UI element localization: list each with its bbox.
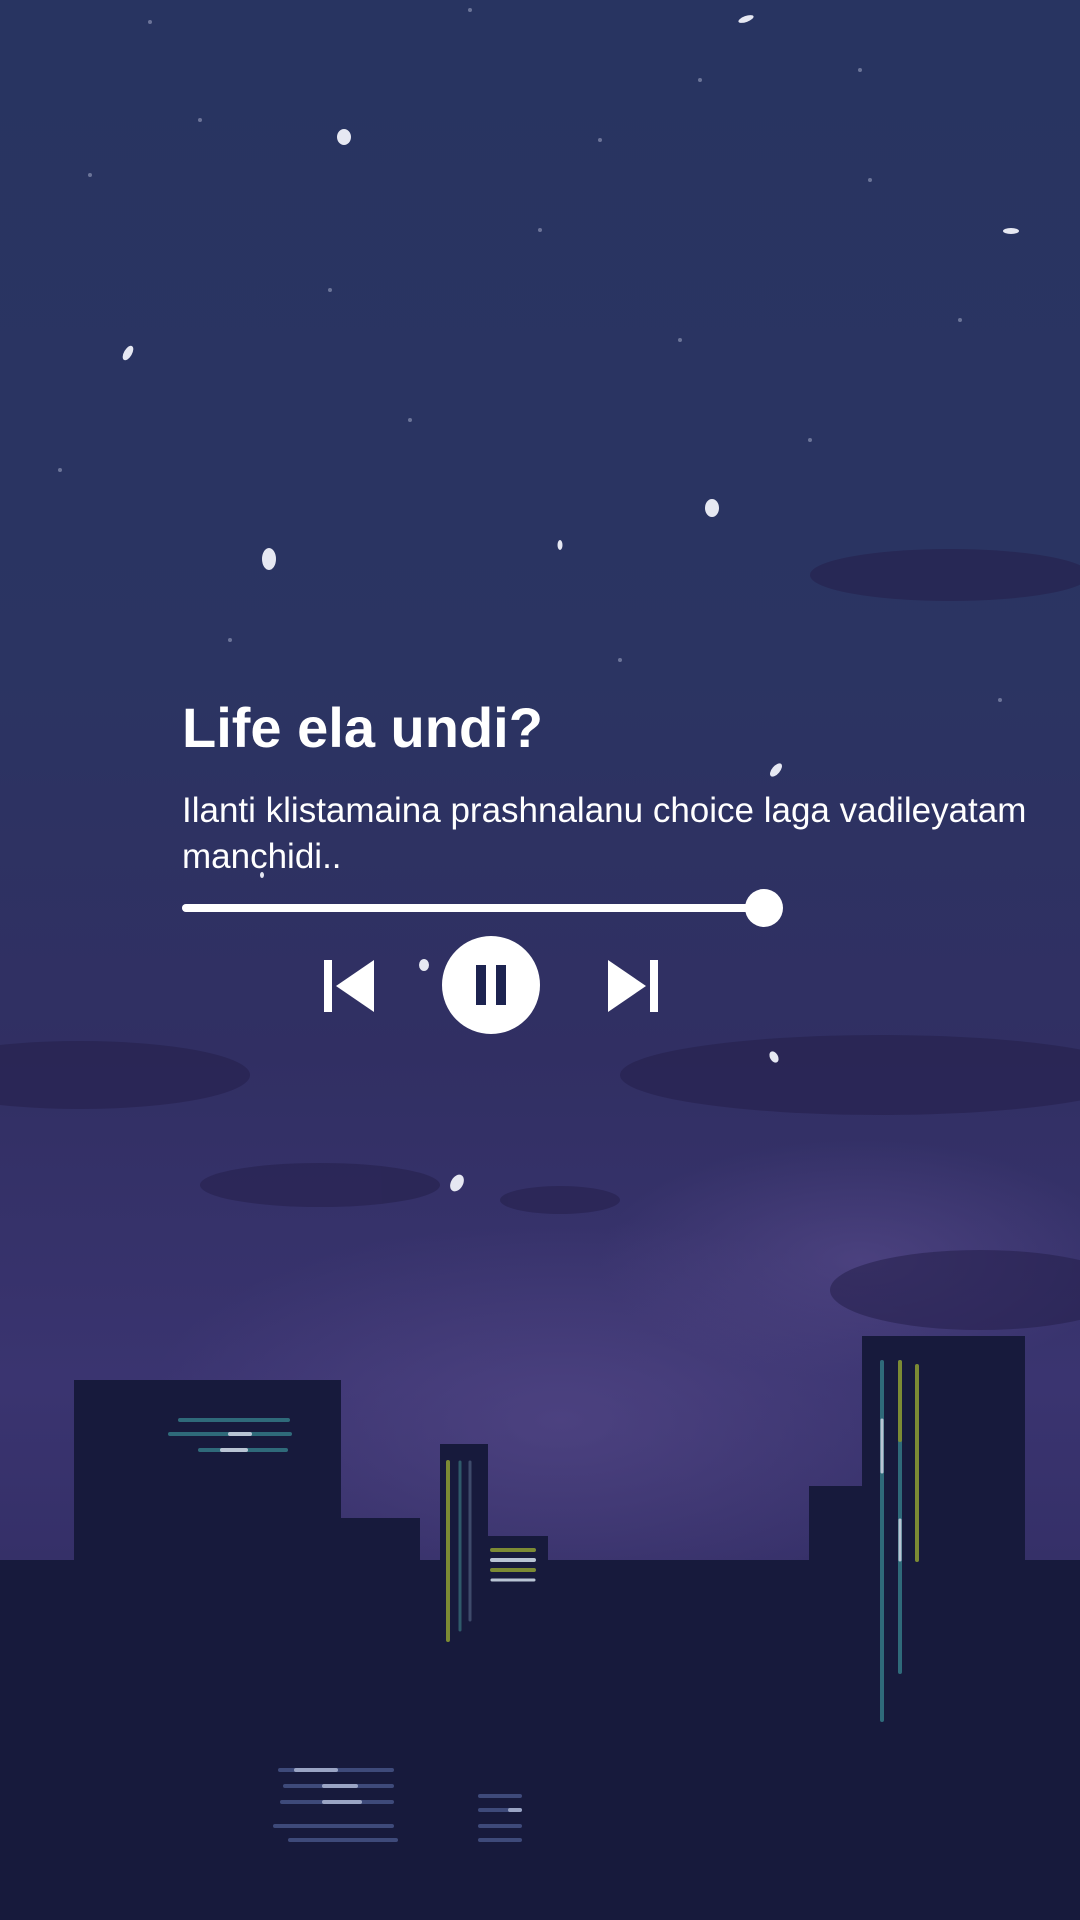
skip-previous-icon bbox=[324, 960, 374, 1012]
night-city-background bbox=[0, 0, 1080, 1920]
progress-fill bbox=[182, 904, 764, 912]
progress-bar[interactable] bbox=[182, 889, 783, 927]
previous-button[interactable] bbox=[322, 958, 378, 1014]
track-subtitle: Ilanti klistamaina prashnalanu choice la… bbox=[182, 791, 1027, 876]
progress-thumb[interactable] bbox=[745, 889, 783, 927]
skip-next-icon bbox=[608, 960, 658, 1012]
track-title: Life ela undi? bbox=[182, 696, 543, 759]
pause-button[interactable] bbox=[442, 936, 540, 1034]
pause-icon bbox=[476, 965, 506, 1005]
next-button[interactable] bbox=[604, 958, 660, 1014]
